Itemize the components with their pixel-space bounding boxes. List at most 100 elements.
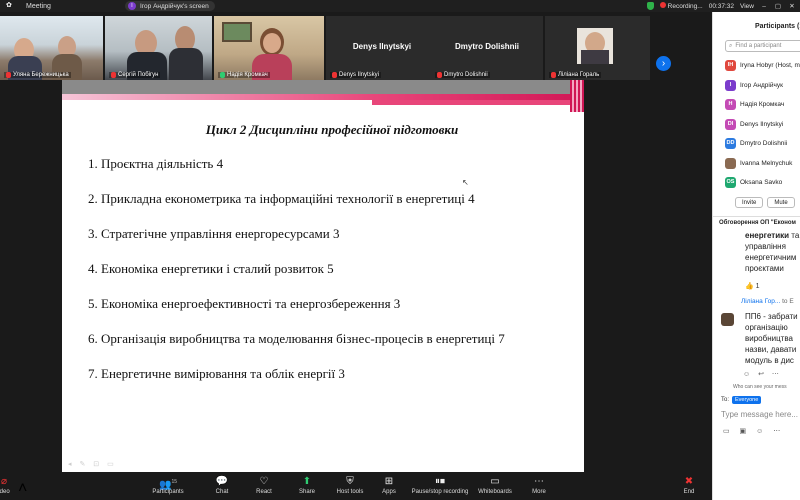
mic-muted-icon	[220, 72, 225, 78]
chat-message-text: виробництва	[745, 333, 793, 343]
chat-message-text: енергетики та	[745, 230, 800, 240]
participant-row[interactable]: I Ігор Андрійчук	[713, 76, 800, 96]
tile-display-name: Denys Ilnytskyi	[352, 42, 412, 51]
end-button[interactable]: ✖ End	[659, 475, 719, 495]
sharer-avatar: I	[128, 2, 136, 10]
mic-muted-icon	[6, 72, 11, 78]
recipient-dropdown[interactable]: Everyone	[732, 395, 762, 404]
chat-message-input[interactable]: Type message here...	[713, 410, 800, 419]
slide-discipline-list: 1. Проєктна діяльність 4 2. Прикладна ек…	[88, 156, 578, 401]
minimize-icon[interactable]: –	[760, 3, 768, 10]
video-tile-active-speaker[interactable]: Надія Кромкач	[214, 16, 324, 80]
participants-header: Participants (15	[755, 22, 800, 30]
video-button[interactable]: ⌀ideo	[0, 475, 34, 495]
video-tile[interactable]: Denys Ilnytskyi Denys Ilnytskyi	[326, 16, 438, 80]
list-item: 1. Проєктна діяльність 4	[88, 156, 224, 171]
video-feed	[214, 16, 324, 80]
window-title: Meeting	[26, 2, 51, 10]
search-icon: ⌕	[729, 42, 733, 49]
list-item: 4. Економіка енергетики і сталий розвито…	[88, 261, 334, 276]
video-off-icon: ⌀	[0, 476, 8, 487]
shared-screen-slide: Цикл 2 Дисципліни професійної підготовки…	[62, 80, 584, 472]
tile-name: Сергій Побігун	[109, 72, 161, 78]
video-tile[interactable]: Уляна Бережницька	[0, 16, 103, 80]
close-window-icon[interactable]: ✕	[788, 2, 796, 10]
reaction-thumbs-up[interactable]: 👍 1	[713, 282, 800, 290]
tile-name: Denys Ilnytskyi	[330, 72, 382, 78]
status-area: Recording... 00:37:32 View – ▢ ✕	[646, 0, 796, 12]
mute-all-button[interactable]: Mute	[767, 196, 795, 208]
pause-stop-icon: ⏸⏹	[435, 476, 445, 487]
video-options-caret-icon[interactable]: ˄	[18, 480, 27, 498]
slide-toolbar[interactable]: ◂ ✎ ⊡ ▭	[68, 460, 117, 468]
video-tile[interactable]: Dmytro Dolishnii Dmytro Dolishnii	[431, 16, 543, 80]
invite-button[interactable]: Invite	[735, 196, 764, 208]
encryption-shield-icon[interactable]	[646, 2, 654, 10]
recording-indicator[interactable]: Recording...	[659, 2, 703, 10]
maximize-icon[interactable]: ▢	[774, 2, 782, 10]
mic-muted-icon	[551, 72, 556, 78]
participant-row[interactable]: Н Надія Кромкач	[713, 95, 800, 115]
slide-header-decoration	[62, 80, 584, 112]
video-tile[interactable]: Сергій Побігун	[105, 16, 212, 80]
chat-message-text: енергетичним	[745, 252, 797, 262]
who-can-see-info[interactable]: Who can see your mess	[713, 384, 800, 390]
avatar: OS	[725, 177, 736, 189]
mic-muted-icon	[437, 72, 442, 78]
side-panel: Participants (15 ⌕ Find a participant IH…	[712, 12, 800, 500]
chat-header: Обговорення ОП "Економ	[713, 215, 800, 230]
list-item: 7. Енергетичне вимірювання та облік енер…	[88, 366, 345, 381]
video-tile[interactable]: Ліліана Гораль	[545, 16, 650, 80]
more-button[interactable]: ⋯ More	[509, 475, 569, 495]
participant-row[interactable]: IH Iryna Hobyr (Host, m	[713, 56, 800, 76]
mouse-cursor-icon: ↖	[462, 178, 469, 187]
video-feed	[105, 16, 212, 80]
list-item: 3. Стратегічне управління енергоресурсам…	[88, 226, 340, 241]
participant-row[interactable]: Ivanna Melnychuk	[713, 154, 800, 174]
tile-name: Уляна Бережницька	[4, 72, 71, 78]
record-dot-icon	[659, 2, 666, 8]
participant-list: IH Iryna Hobyr (Host, m I Ігор Андрійчук Н…	[713, 56, 800, 193]
participant-actions: Invite Mute	[713, 196, 800, 208]
zoom-window: ✿ Meeting I Ігор Андрійчук's screen Reco…	[0, 0, 800, 500]
tile-name: Надія Кромкач	[218, 72, 270, 78]
list-item: 2. Прикладна економетрика та інформаційн…	[88, 191, 475, 206]
chat-message: ПП6 - забрати організацію виробництва на…	[713, 311, 800, 366]
mic-muted-icon	[332, 72, 337, 78]
tile-display-name: Dmytro Dolishnii	[454, 42, 519, 51]
tile-name: Ліліана Гораль	[549, 72, 602, 78]
view-button[interactable]: View	[740, 3, 754, 10]
chat-input-tools[interactable]: ▭ ▣ ☺ ⋯	[713, 427, 800, 435]
avatar: IH	[725, 60, 736, 72]
pause-stop-recording-button[interactable]: ⏸⏹ Pause/stop recording	[410, 475, 470, 495]
screen-share-indicator[interactable]: I Ігор Андрійчук's screen	[125, 1, 215, 11]
participant-search-input[interactable]: ⌕ Find a participant	[725, 40, 800, 52]
message-actions[interactable]: ☺ ↩ ⋯	[713, 370, 800, 378]
chat-message-text: модуль в дис	[745, 355, 794, 365]
tile-name: Dmytro Dolishnii	[435, 72, 490, 78]
chat-message-text: назви, давати	[745, 344, 797, 354]
avatar: DD	[725, 138, 736, 150]
participants-icon: 👥15	[158, 479, 177, 491]
mic-muted-icon	[111, 72, 116, 78]
end-call-icon: ✖	[684, 476, 694, 487]
list-item: 6. Організація виробництва та моделюванн…	[88, 331, 505, 346]
participant-row[interactable]: OS Oksana Savko	[713, 173, 800, 193]
next-page-arrow-icon[interactable]: ›	[656, 56, 671, 71]
chat-message-text: управління	[745, 241, 786, 251]
video-feed	[0, 16, 103, 80]
more-dots-icon: ⋯	[534, 476, 544, 487]
share-label: Ігор Андрійчук's screen	[140, 2, 209, 10]
meeting-toolbar: ⌀ideo ˄ 👥15Participants 💬Chat ♡React ⬆Sh…	[0, 472, 712, 500]
list-item: 5. Економіка енергоефективності та енерг…	[88, 296, 401, 311]
chat-recipient: To: Everyone	[713, 395, 800, 404]
chat-sender: Ліліана Гор... to E	[741, 297, 794, 305]
video-thumbnail-strip: Уляна Бережницька Сергій Побігун Надія К…	[0, 16, 712, 80]
meeting-timer: 00:37:32	[708, 2, 735, 10]
zoom-paw-icon: ✿	[6, 2, 12, 9]
video-feed	[545, 16, 650, 80]
slide-title: Цикл 2 Дисципліни професійної підготовки	[205, 122, 459, 137]
participant-row[interactable]: DD Dmytro Dolishnii	[713, 134, 800, 154]
participant-row[interactable]: DI Denys Ilnytskyi	[713, 115, 800, 135]
participants-button[interactable]: 👥15 Participants	[138, 475, 198, 495]
